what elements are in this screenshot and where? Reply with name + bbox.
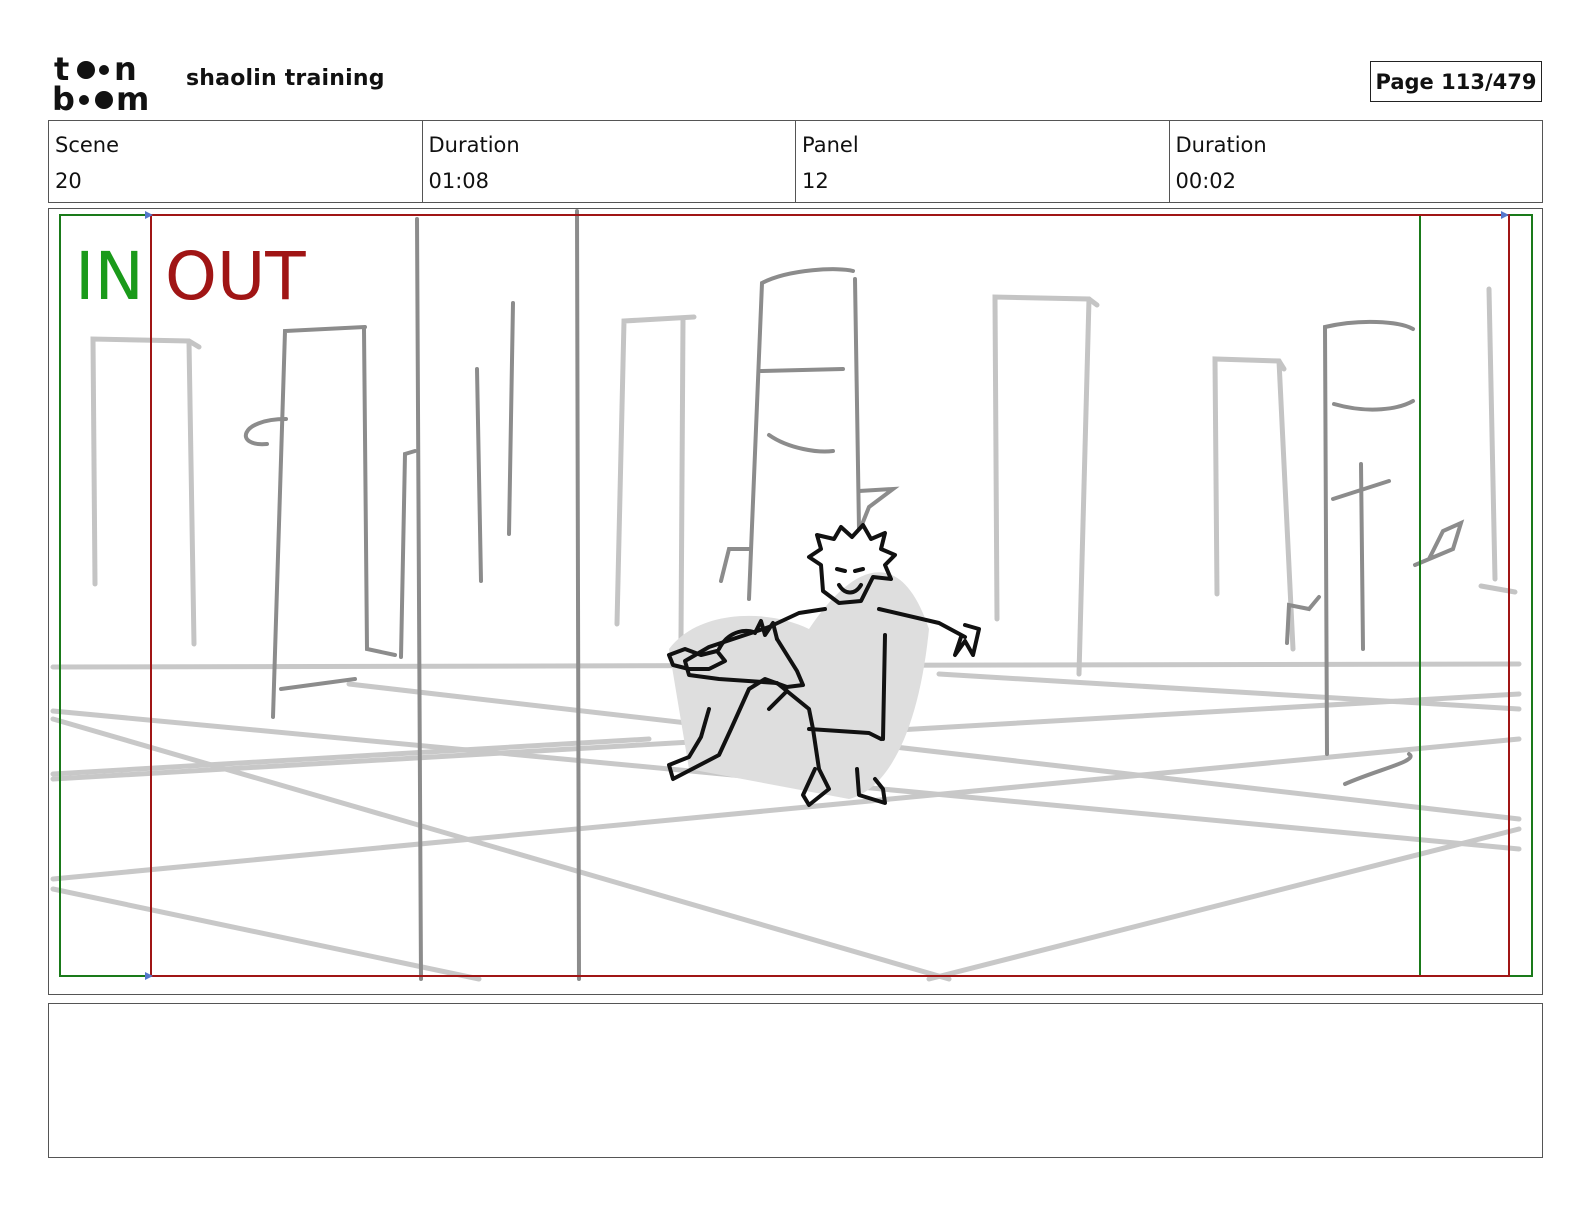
panel-label: Panel — [802, 133, 859, 157]
in-frame-border — [59, 214, 1533, 977]
project-title: shaolin training — [186, 66, 385, 91]
background-pillars — [90, 286, 1518, 677]
scene-label: Scene — [55, 133, 120, 157]
storyboard-panel: IN OUT — [48, 208, 1543, 995]
panel-sketch: IN OUT — [50, 209, 1533, 982]
scene-duration-label: Duration — [428, 133, 520, 157]
toon-boom-logo: t n b m — [52, 50, 149, 114]
panel-notes-box[interactable] — [48, 1003, 1543, 1158]
svg-text:b: b — [52, 80, 75, 114]
svg-text:m: m — [116, 80, 149, 114]
panel-duration-label: Duration — [1175, 133, 1267, 157]
scene-duration-cell: Duration 01:08 — [423, 121, 796, 202]
scene-info-table: Scene 20 Duration 01:08 Panel 12 Duratio… — [48, 120, 1543, 203]
scene-cell: Scene 20 — [49, 121, 423, 202]
panel-cell: Panel 12 — [796, 121, 1170, 202]
scene-duration-value: 01:08 — [428, 169, 490, 193]
panel-duration-cell: Duration 00:02 — [1170, 121, 1543, 202]
frame-marker-arrow — [1501, 211, 1509, 219]
panel-duration-value: 00:02 — [1175, 169, 1237, 193]
page-number-badge: Page 113/479 — [1370, 61, 1542, 102]
in-label: IN — [75, 238, 144, 315]
panel-value: 12 — [802, 169, 829, 193]
scene-value: 20 — [55, 169, 82, 193]
out-label: OUT — [165, 238, 306, 315]
